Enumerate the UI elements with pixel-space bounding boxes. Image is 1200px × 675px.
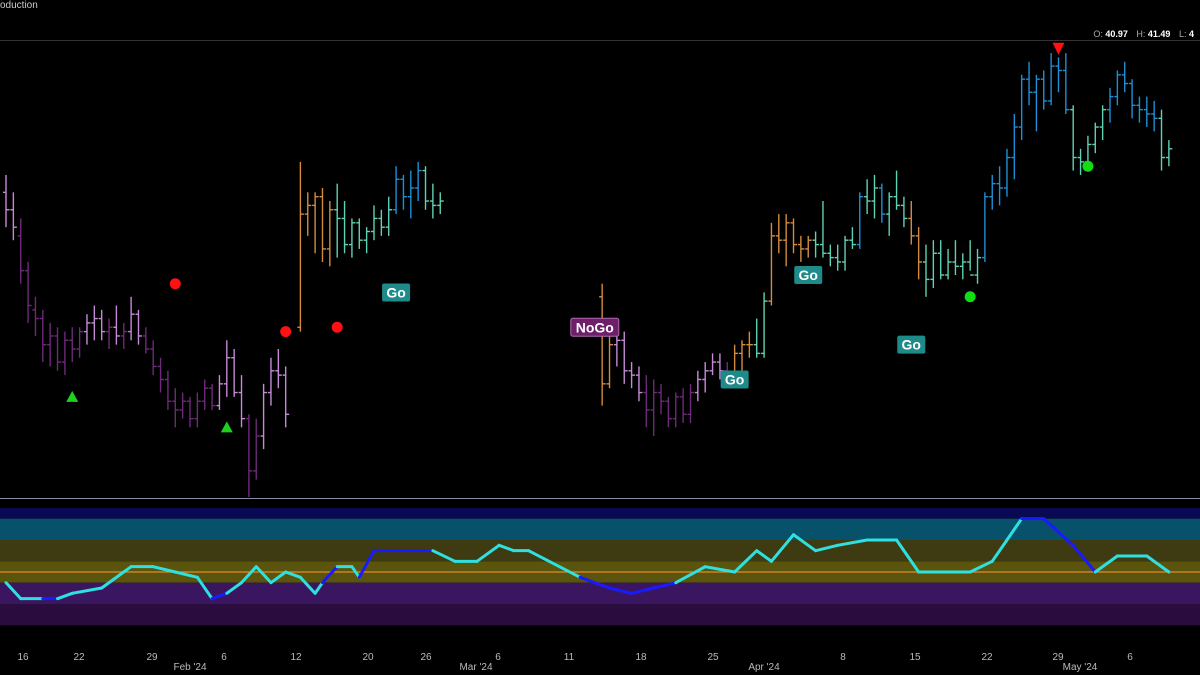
signal-dot[interactable] [331,321,343,333]
signal-dot[interactable] [1082,160,1094,172]
go-label-text: Go [799,267,818,283]
x-tick-label: 6 [495,652,501,663]
signal-dot[interactable] [169,278,181,290]
signal-dot[interactable] [964,291,976,303]
triangle-up-marker[interactable] [220,421,233,433]
x-tick-label: 8 [840,652,846,663]
x-tick-label: 22 [73,652,85,663]
triangle-down-marker[interactable] [1052,42,1065,55]
oscillator-band [0,604,1200,626]
go-label-text: Go [386,284,405,300]
x-tick-label: 25 [707,652,719,663]
oscillator-band [0,540,1200,562]
x-tick-label: 15 [909,652,921,663]
x-tick-label: 18 [635,652,647,663]
triangle-up-marker[interactable] [66,390,79,402]
go-label-text: Go [725,371,744,387]
x-tick-label: 26 [420,652,432,663]
nogo-label-text: NoGo [576,319,614,335]
x-tick-label: 20 [362,652,374,663]
x-tick-label: 12 [290,652,302,663]
x-tick-label: 22 [981,652,993,663]
go-label-text: Go [902,337,921,353]
oscillator-band [0,508,1200,519]
x-month-label: May '24 [1063,662,1098,673]
x-tick-label: 6 [1127,652,1133,663]
x-month-label: Feb '24 [173,662,206,673]
x-tick-label: 29 [146,652,158,663]
x-tick-label: 6 [221,652,227,663]
x-tick-label: 16 [17,652,29,663]
price-chart[interactable]: GoNoGoGoGoGo16 22 29Feb '246 12 20 26Mar '246… [0,0,1200,675]
x-month-label: Apr '24 [748,662,780,673]
x-month-label: Mar '24 [459,662,492,673]
x-tick-label: 11 [564,652,575,663]
signal-dot[interactable] [280,326,292,338]
